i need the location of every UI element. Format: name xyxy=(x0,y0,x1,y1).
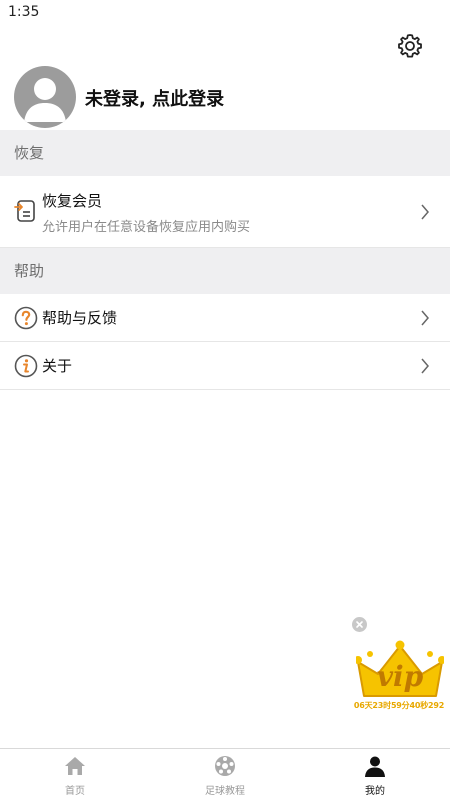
settings-button[interactable] xyxy=(396,32,424,60)
close-icon xyxy=(356,621,363,628)
restore-icon xyxy=(14,200,35,222)
vip-label: vip xyxy=(376,660,424,693)
restore-membership-title: 恢复会员 xyxy=(42,192,103,210)
question-icon xyxy=(14,306,38,330)
section-header-help: 帮助 xyxy=(0,248,450,294)
nav-mine-label: 我的 xyxy=(365,786,385,797)
soccer-ball-icon xyxy=(215,756,235,776)
vip-promo-badge[interactable]: vip xyxy=(354,640,446,702)
restore-membership-row[interactable]: 恢复会员 允许用户在任意设备恢复应用内购买 xyxy=(0,176,450,248)
chevron-right-icon xyxy=(421,204,429,220)
nav-home[interactable]: 首页 xyxy=(0,749,150,801)
default-avatar-icon xyxy=(24,78,66,122)
profile-header[interactable]: 未登录, 点此登录 xyxy=(0,66,450,130)
gear-icon xyxy=(398,34,422,58)
nav-soccer-tutorial-label: 足球教程 xyxy=(205,786,245,797)
about-row[interactable]: 关于 xyxy=(0,342,450,390)
status-bar: 1:35 xyxy=(0,0,450,26)
section-header-restore: 恢复 xyxy=(0,130,450,176)
nav-mine[interactable]: 我的 xyxy=(300,749,450,801)
help-feedback-title: 帮助与反馈 xyxy=(42,309,118,327)
about-title: 关于 xyxy=(42,357,73,375)
info-icon xyxy=(14,354,38,378)
vip-countdown: 06天23时59分40秒292 xyxy=(353,701,445,710)
nav-home-label: 首页 xyxy=(65,786,85,797)
help-feedback-row[interactable]: 帮助与反馈 xyxy=(0,294,450,342)
restore-membership-subtitle: 允许用户在任意设备恢复应用内购买 xyxy=(42,220,251,235)
person-icon xyxy=(365,756,385,777)
home-icon xyxy=(65,757,85,775)
login-prompt[interactable]: 未登录, 点此登录 xyxy=(85,85,224,111)
chevron-right-icon xyxy=(421,358,429,374)
chevron-right-icon xyxy=(421,310,429,326)
vip-close-button[interactable] xyxy=(352,617,367,632)
avatar[interactable] xyxy=(14,66,76,128)
bottom-nav: 首页 足球教程 我的 xyxy=(0,748,450,801)
nav-soccer-tutorial[interactable]: 足球教程 xyxy=(150,749,300,801)
status-time: 1:35 xyxy=(8,4,40,20)
